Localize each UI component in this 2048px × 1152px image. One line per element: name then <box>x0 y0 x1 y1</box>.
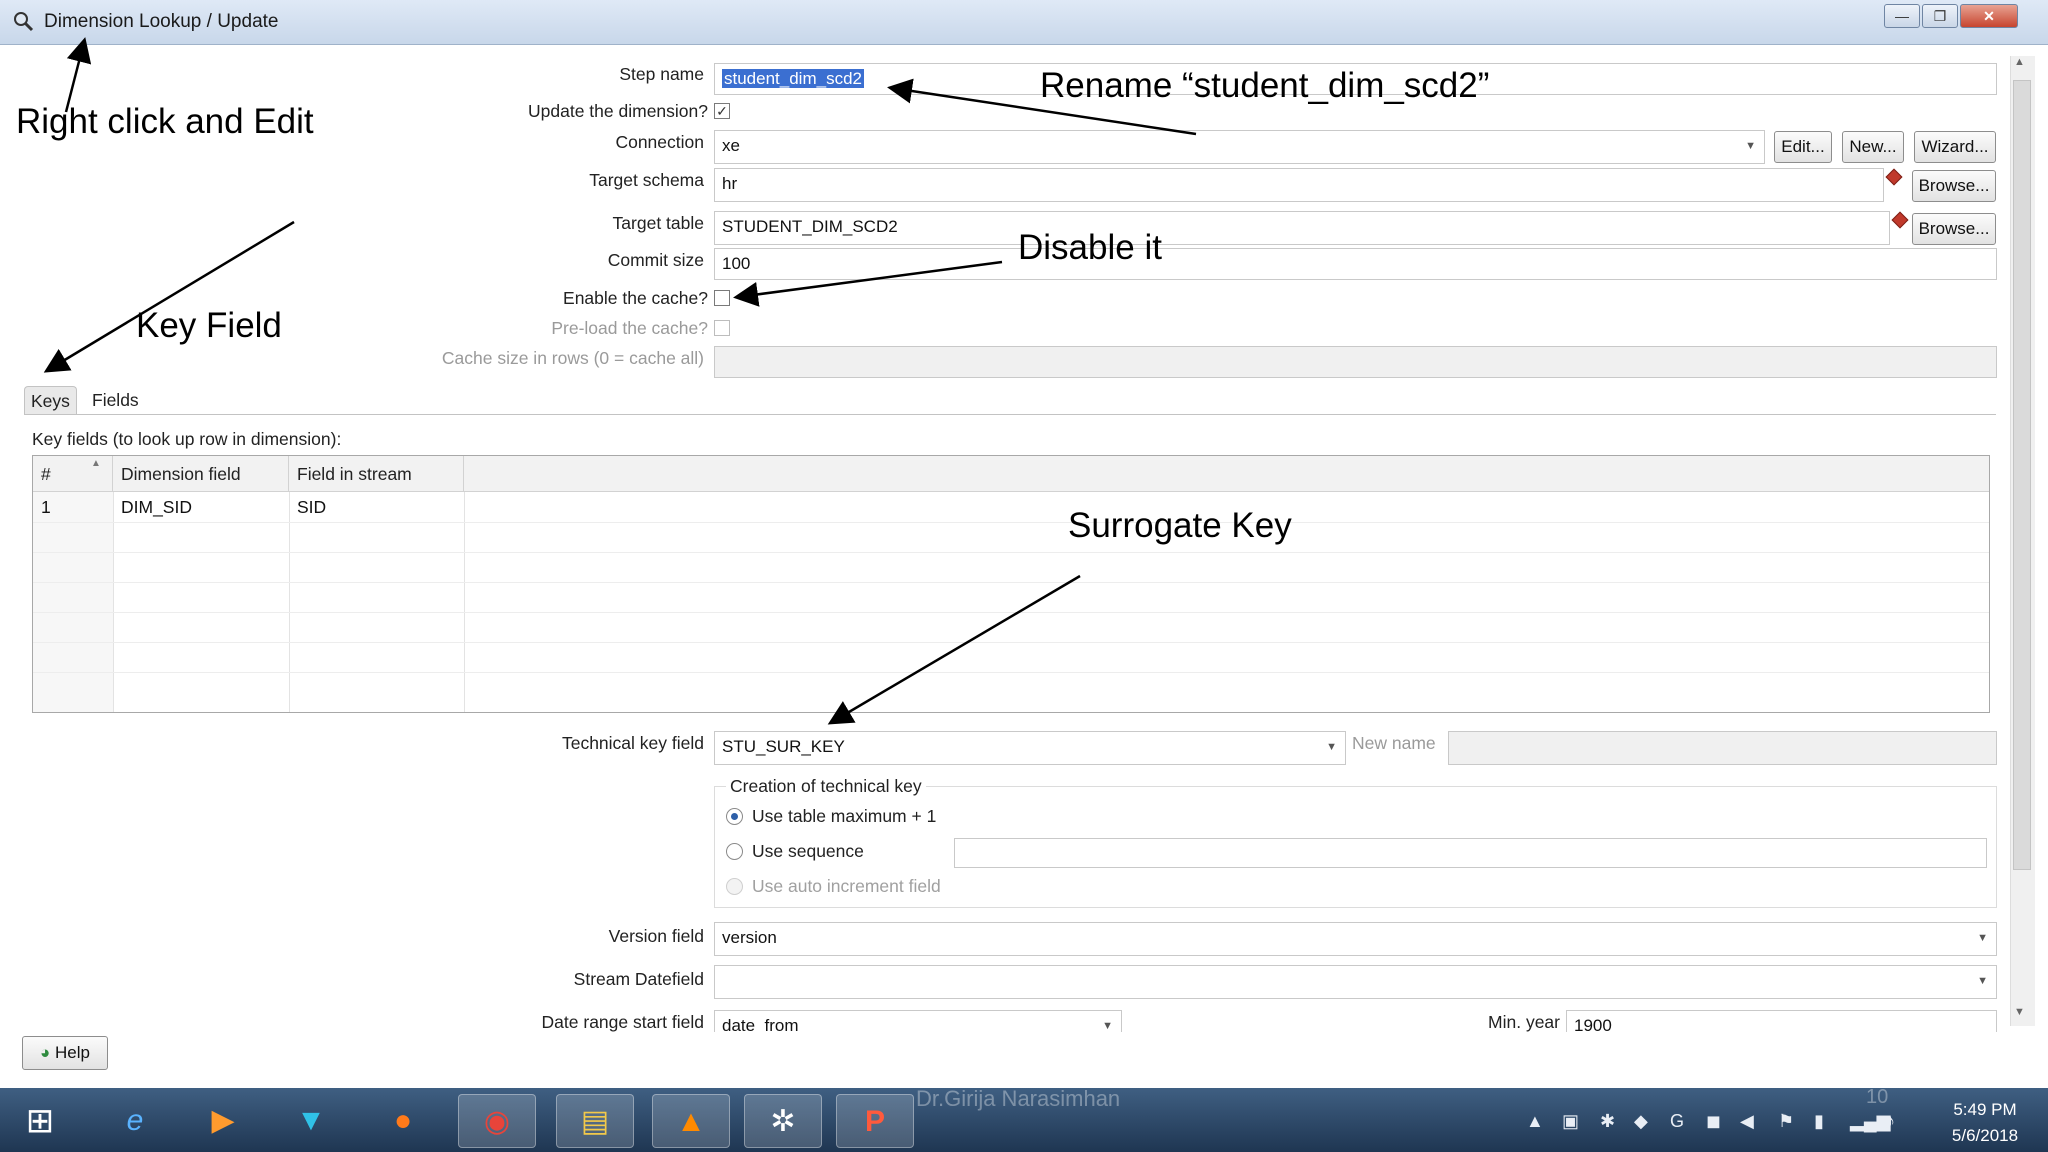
vlc-icon[interactable]: ▲ <box>652 1094 730 1148</box>
volume-icon[interactable]: ♪ <box>1886 1111 1895 1132</box>
chrome-icon[interactable]: ◉ <box>458 1094 536 1148</box>
speaker-muted-icon[interactable]: ◀ <box>1740 1111 1754 1132</box>
warning-icon[interactable]: ▲ <box>1526 1111 1544 1132</box>
signal-icon[interactable]: ▂▄▆ <box>1850 1111 1890 1132</box>
powerpoint-icon[interactable]: P <box>836 1094 914 1148</box>
file-explorer-icon[interactable]: ▤ <box>556 1094 634 1148</box>
arrow-to-title <box>64 37 92 113</box>
bluetooth-icon[interactable]: ✱ <box>1600 1111 1615 1132</box>
google-icon[interactable]: G <box>1670 1111 1684 1132</box>
network-adapter-icon[interactable]: ▣ <box>1562 1111 1579 1132</box>
internet-explorer-icon[interactable]: e <box>96 1094 174 1148</box>
arrow-to-technical-key <box>827 574 1081 725</box>
firefox-icon[interactable]: ● <box>364 1094 442 1148</box>
arrow-to-keys-tab <box>43 220 295 373</box>
clock-date[interactable]: 5/6/2018 <box>1940 1126 2030 1146</box>
media-player-icon[interactable]: ▶ <box>184 1094 262 1148</box>
power-icon[interactable]: ▮ <box>1814 1111 1824 1132</box>
flag-icon[interactable]: ⚑ <box>1778 1111 1794 1132</box>
annotation-arrows <box>43 37 1197 725</box>
security-icon[interactable]: ◆ <box>1634 1111 1648 1132</box>
slide-number: 10 <box>1866 1086 1889 1108</box>
clock-time[interactable]: 5:49 PM <box>1940 1100 2030 1120</box>
tool-icon[interactable]: ▼ <box>272 1094 350 1148</box>
presenter-watermark: Dr.Girija Narasimhan <box>916 1086 1121 1111</box>
arrow-to-enable-cache <box>733 260 1003 307</box>
arrow-to-step-name <box>887 78 1197 136</box>
windows-start-icon[interactable]: ⊞ <box>4 1094 76 1148</box>
pentaho-spoon-icon[interactable]: ✲ <box>744 1094 822 1148</box>
nvidia-icon[interactable]: ◼ <box>1706 1111 1721 1132</box>
